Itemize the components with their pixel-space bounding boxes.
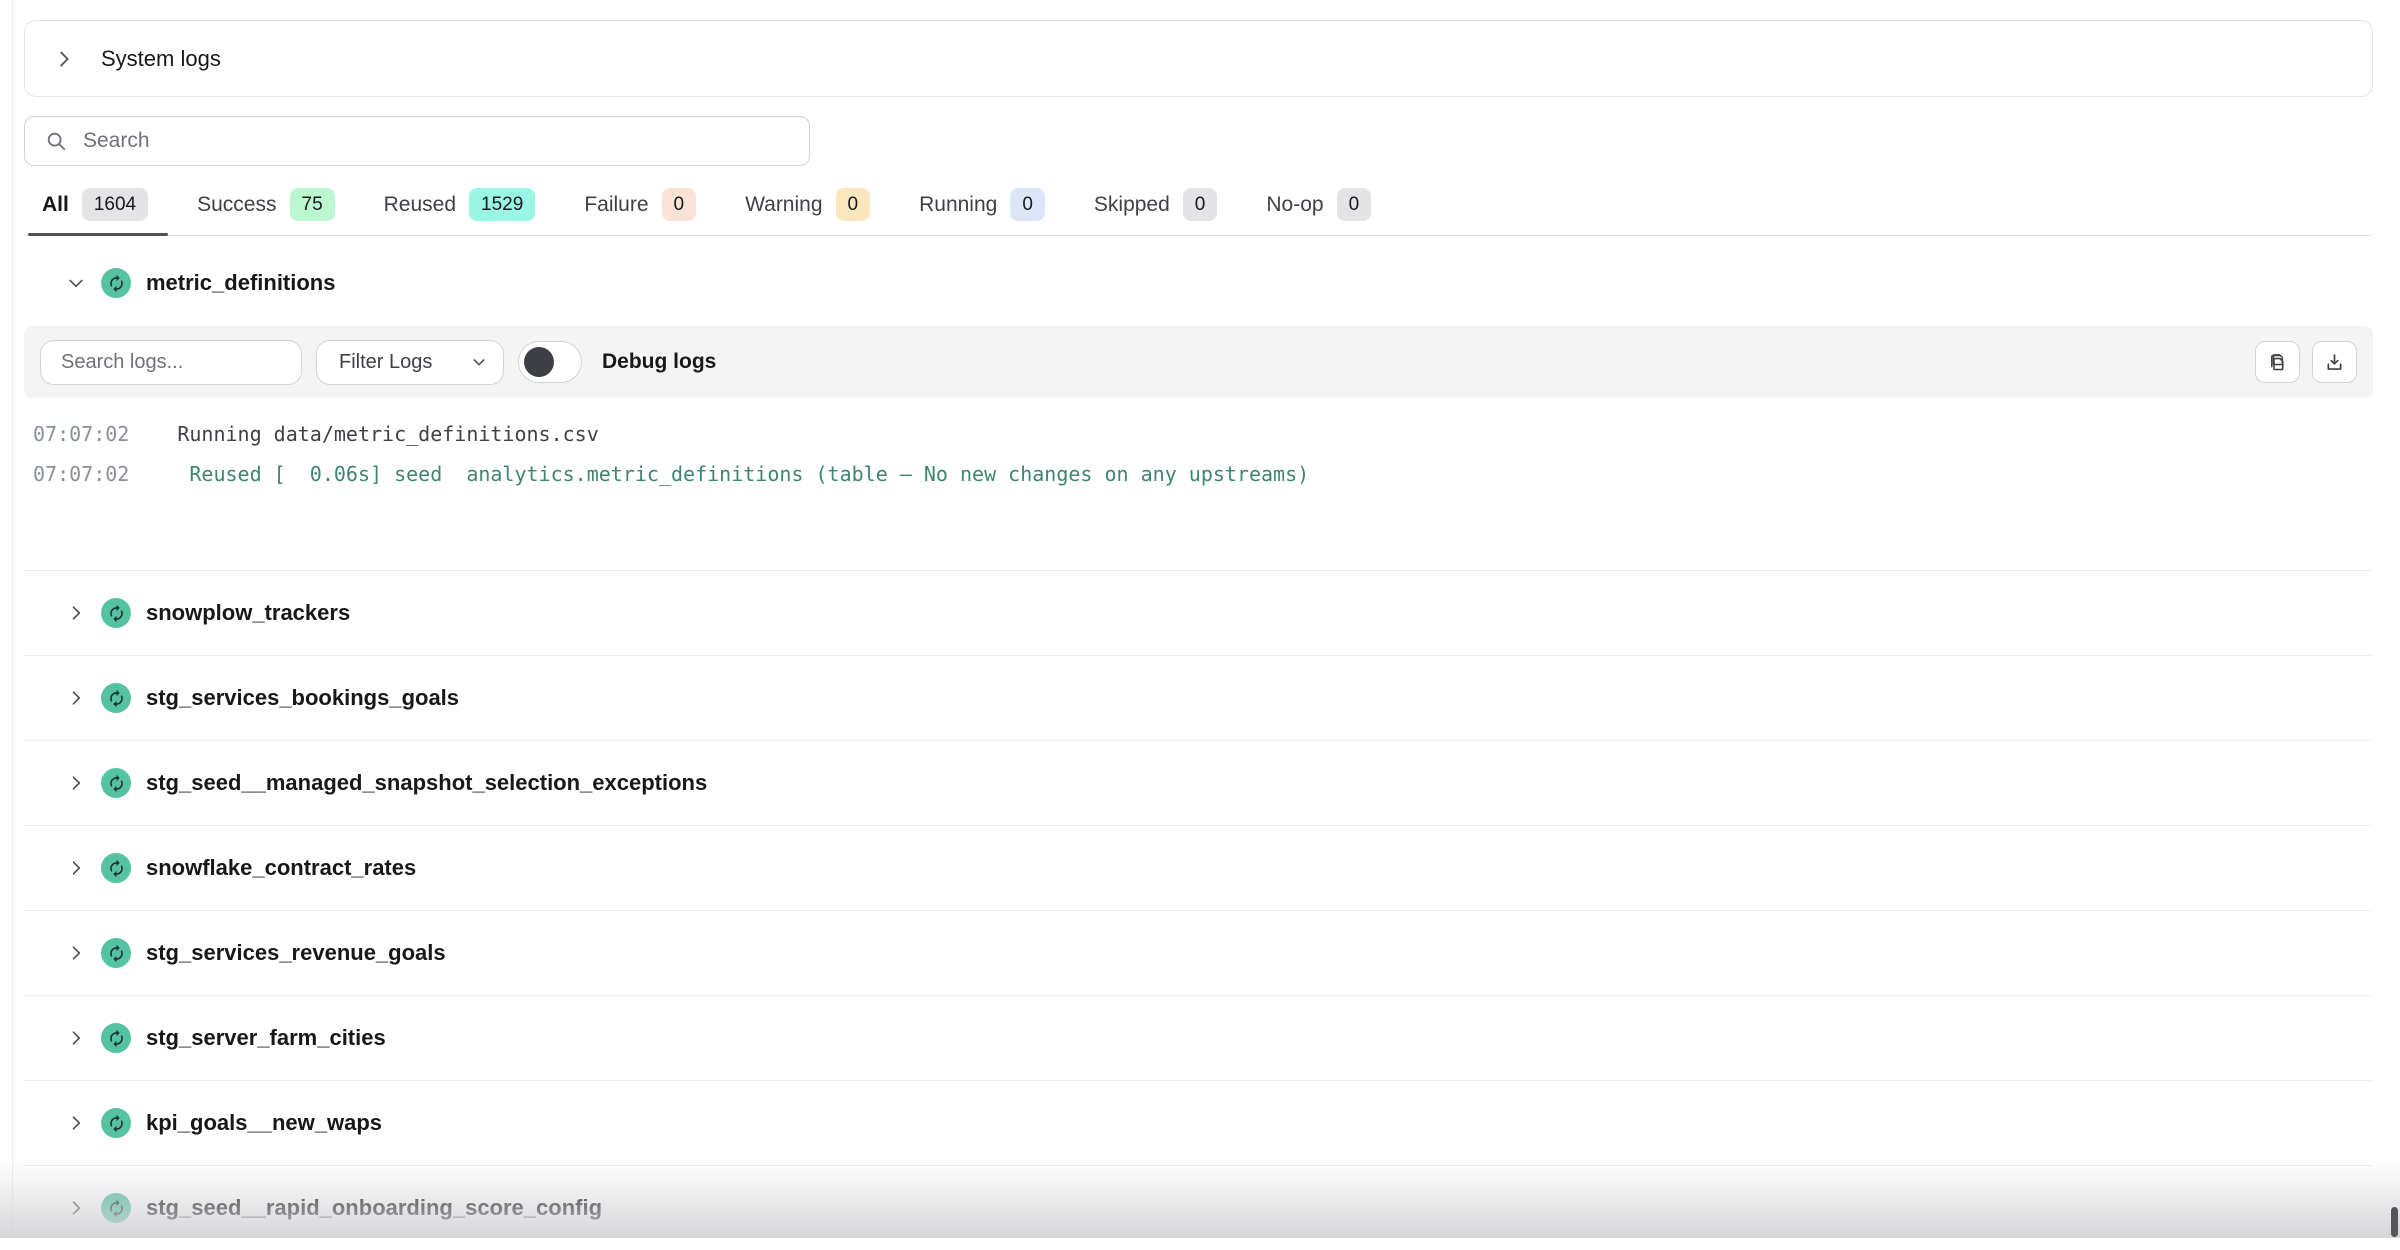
- reused-status-icon: [101, 1108, 131, 1138]
- section-row-kpi-goals-new-waps[interactable]: kpi_goals__new_waps: [24, 1080, 2373, 1165]
- chevron-down-icon: [66, 273, 86, 293]
- section-row-stg-seed-rapid-onboarding-score-config[interactable]: stg_seed__rapid_onboarding_score_config: [24, 1165, 2373, 1250]
- chevron-right-icon: [66, 1113, 86, 1133]
- toggle-knob: [524, 347, 554, 377]
- reused-status-icon: [101, 1023, 131, 1053]
- log-timestamp: 07:07:02: [33, 414, 129, 454]
- reused-status-icon: [101, 938, 131, 968]
- chevron-down-icon: [471, 354, 487, 370]
- debug-logs-toggle[interactable]: [518, 341, 582, 383]
- log-message: Running data/metric_definitions.csv: [177, 414, 598, 454]
- reused-status-icon: [101, 683, 131, 713]
- section-row-metric-definitions[interactable]: metric_definitions: [24, 252, 2373, 314]
- chevron-right-icon: [66, 943, 86, 963]
- reused-status-icon: [101, 598, 131, 628]
- run-logs-page: System logs Search All 1604 Success 75 R…: [0, 0, 2400, 1238]
- section-row-label: stg_seed__managed_snapshot_selection_exc…: [146, 770, 707, 796]
- tab-count-badge: 0: [1183, 188, 1218, 221]
- section-row-label: kpi_goals__new_waps: [146, 1110, 382, 1136]
- tab-label: Success: [197, 193, 276, 217]
- tab-no-op[interactable]: No-op 0: [1266, 188, 1371, 235]
- tab-count-badge: 1529: [469, 188, 535, 221]
- tab-label: All: [42, 193, 69, 217]
- tab-label: Reused: [384, 193, 456, 217]
- section-row-label: stg_services_bookings_goals: [146, 685, 459, 711]
- tab-success[interactable]: Success 75: [197, 188, 335, 235]
- chevron-right-icon: [66, 603, 86, 623]
- log-output: 07:07:02 Running data/metric_definitions…: [24, 398, 2373, 562]
- tab-label: No-op: [1266, 193, 1323, 217]
- section-row-stg-services-revenue-goals[interactable]: stg_services_revenue_goals: [24, 910, 2373, 995]
- filter-logs-dropdown[interactable]: Filter Logs: [316, 340, 504, 385]
- system-logs-row[interactable]: System logs: [24, 20, 2373, 97]
- logs-search-placeholder: Search logs...: [61, 351, 183, 374]
- reused-status-icon: [101, 268, 131, 298]
- section-row-label: stg_seed__rapid_onboarding_score_config: [146, 1195, 602, 1221]
- section-row-label: stg_server_farm_cities: [146, 1025, 386, 1051]
- section-row-label: snowplow_trackers: [146, 600, 350, 626]
- log-actions: [2255, 341, 2357, 383]
- tab-count-badge: 75: [290, 188, 335, 221]
- log-message: Reused [ 0.06s] seed analytics.metric_de…: [177, 454, 1309, 494]
- chevron-right-icon: [66, 1198, 86, 1218]
- tab-label: Skipped: [1094, 193, 1170, 217]
- tab-count-badge: 0: [662, 188, 697, 221]
- chevron-right-icon: [53, 48, 75, 70]
- tab-count-badge: 0: [836, 188, 871, 221]
- debug-logs-label: Debug logs: [602, 350, 716, 374]
- chevron-right-icon: [66, 773, 86, 793]
- section-row-snowplow-trackers[interactable]: snowplow_trackers: [24, 570, 2373, 655]
- log-timestamp: 07:07:02: [33, 454, 129, 494]
- copy-icon: [2267, 352, 2288, 373]
- tab-count-badge: 0: [1337, 188, 1372, 221]
- status-tabs: All 1604 Success 75 Reused 1529 Failure …: [24, 188, 2373, 236]
- chevron-right-icon: [66, 688, 86, 708]
- tab-reused[interactable]: Reused 1529: [384, 188, 536, 235]
- reused-status-icon: [101, 768, 131, 798]
- search-icon: [45, 130, 67, 152]
- tab-warning[interactable]: Warning 0: [745, 188, 870, 235]
- logs-search-input[interactable]: Search logs...: [40, 340, 302, 385]
- section-row-stg-server-farm-cities[interactable]: stg_server_farm_cities: [24, 995, 2373, 1080]
- download-icon: [2324, 352, 2345, 373]
- system-logs-label: System logs: [101, 46, 221, 72]
- section-row-snowflake-contract-rates[interactable]: snowflake_contract_rates: [24, 825, 2373, 910]
- log-toolbar: Search logs... Filter Logs Debug logs: [24, 326, 2373, 398]
- section-row-label: snowflake_contract_rates: [146, 855, 416, 881]
- section-row-label: stg_services_revenue_goals: [146, 940, 446, 966]
- tab-label: Running: [919, 193, 997, 217]
- search-placeholder: Search: [83, 129, 150, 153]
- copy-logs-button[interactable]: [2255, 341, 2300, 383]
- section-label: metric_definitions: [146, 270, 335, 296]
- tab-running[interactable]: Running 0: [919, 188, 1045, 235]
- tab-count-badge: 1604: [82, 188, 148, 221]
- log-line: 07:07:02 Running data/metric_definitions…: [33, 414, 2373, 454]
- tab-label: Warning: [745, 193, 822, 217]
- tab-count-badge: 0: [1010, 188, 1045, 221]
- reused-status-icon: [101, 853, 131, 883]
- tab-failure[interactable]: Failure 0: [584, 188, 696, 235]
- section-row-stg-seed-managed-snapshot-selection-exceptions[interactable]: stg_seed__managed_snapshot_selection_exc…: [24, 740, 2373, 825]
- search-input[interactable]: Search: [24, 116, 810, 166]
- scrollbar-thumb[interactable]: [2391, 1207, 2398, 1237]
- reused-status-icon: [101, 1193, 131, 1223]
- tab-skipped[interactable]: Skipped 0: [1094, 188, 1217, 235]
- tab-label: Failure: [584, 193, 648, 217]
- log-line: 07:07:02 Reused [ 0.06s] seed analytics.…: [33, 454, 2373, 494]
- filter-logs-label: Filter Logs: [339, 351, 432, 374]
- chevron-right-icon: [66, 1028, 86, 1048]
- download-logs-button[interactable]: [2312, 341, 2357, 383]
- chevron-right-icon: [66, 858, 86, 878]
- section-row-stg-services-bookings-goals[interactable]: stg_services_bookings_goals: [24, 655, 2373, 740]
- section-list: snowplow_trackers stg_services_bookings_…: [24, 570, 2373, 1250]
- tab-all[interactable]: All 1604: [42, 188, 148, 235]
